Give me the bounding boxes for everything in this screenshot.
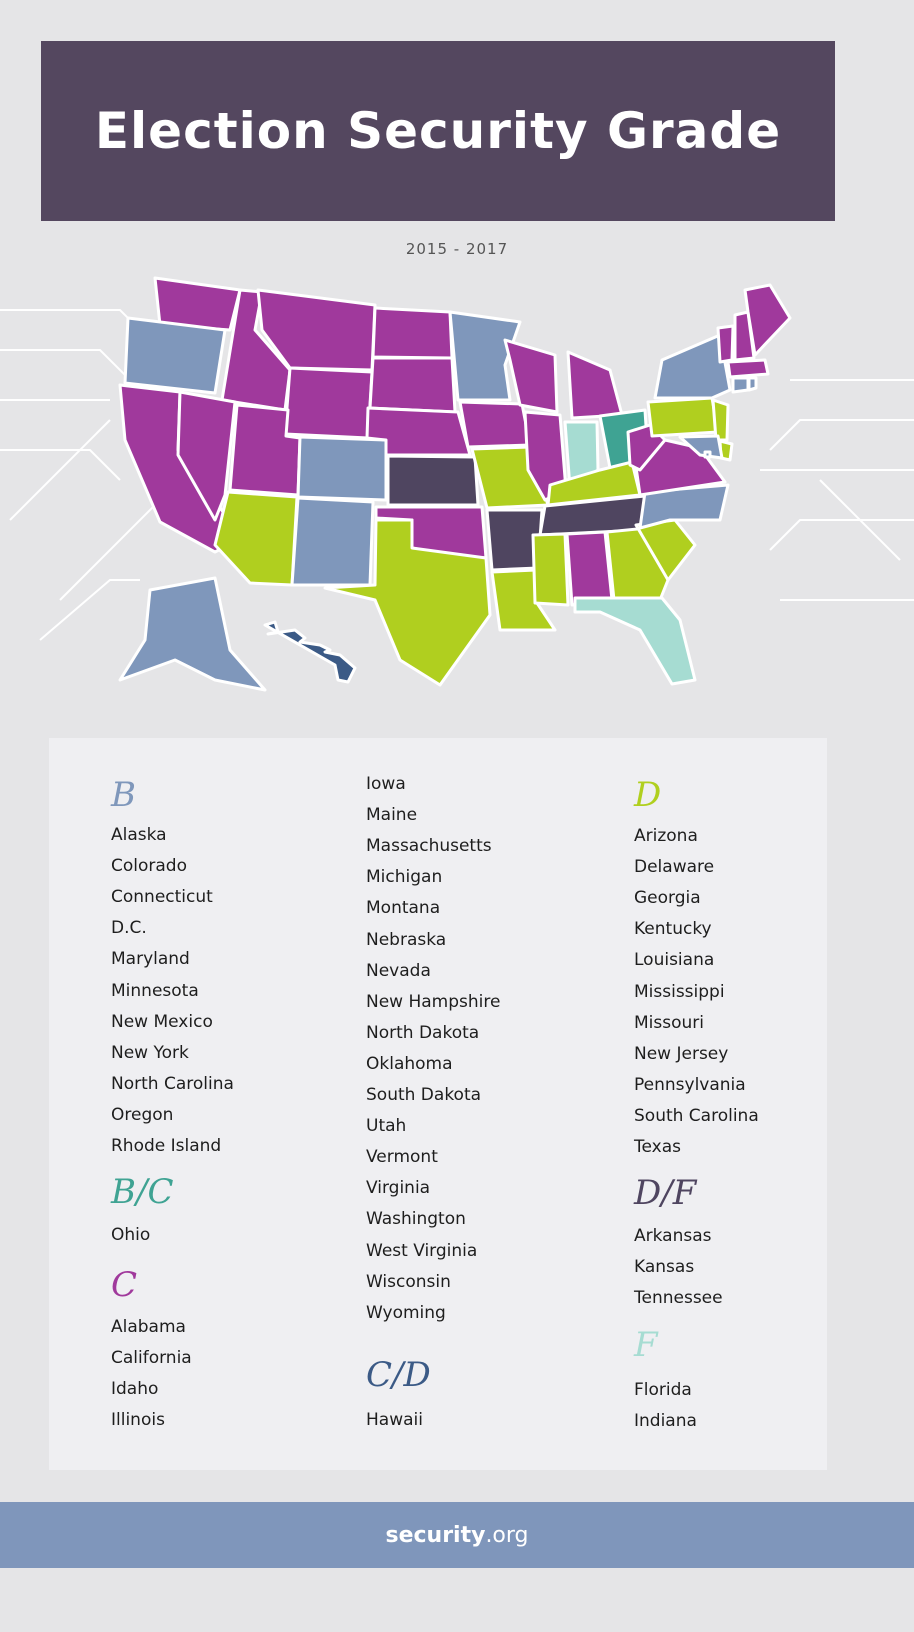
circuit-line [39, 579, 140, 641]
grade-heading: C [111, 1265, 138, 1305]
circuit-line [769, 519, 914, 551]
state-list-item: California [111, 1348, 192, 1369]
state-list-item: Alabama [111, 1317, 186, 1337]
grade-heading: D/F [634, 1173, 697, 1213]
state-list-item: Massachusetts [366, 836, 492, 857]
grade-heading: F [634, 1325, 658, 1365]
state-list-item: Vermont [366, 1147, 438, 1168]
state-list-item: Illinois [111, 1410, 165, 1431]
state-alabama [565, 530, 614, 607]
state-connecticut [731, 376, 750, 394]
state-list-item: Maryland [111, 949, 190, 970]
state-hawaii [263, 620, 357, 684]
page-title: Election Security Grade [94, 102, 782, 160]
circuit-line [0, 349, 131, 381]
state-list-item: New Hampshire [366, 991, 501, 1012]
state-list-item: Delaware [634, 857, 715, 878]
state-list-item: New Jersey [634, 1043, 729, 1064]
state-alaska [118, 576, 267, 692]
state-list-item: Kentucky [634, 919, 712, 940]
state-oregon [123, 316, 227, 395]
state-florida [573, 596, 697, 686]
grade-legend: B Alaska Colorado Connecticut D.C. Maryland Mi… [49, 738, 827, 1470]
brand-logo: security.org [385, 1522, 529, 1548]
state-kansas [386, 454, 480, 507]
us-grade-map [0, 276, 914, 692]
state-list-item: Michigan [366, 867, 443, 888]
state-list-item: Nebraska [366, 929, 447, 950]
state-list-item: Utah [366, 1116, 407, 1137]
title-banner: Election Security Grade [41, 41, 835, 221]
state-new-mexico [290, 496, 375, 587]
state-list-item: Colorado [111, 856, 187, 877]
state-list-item: North Carolina [111, 1073, 234, 1094]
state-rhode-island [747, 376, 758, 392]
state-new-jersey [711, 398, 730, 442]
state-list-item: Hawaii [366, 1410, 423, 1430]
grade-heading: D [634, 775, 662, 815]
state-list-item: Iowa [366, 774, 406, 794]
state-list-item: Missouri [634, 1012, 704, 1033]
circuit-line [0, 449, 121, 481]
state-list-item: Montana [366, 898, 441, 919]
state-list-item: South Dakota [366, 1085, 482, 1105]
date-range: 2015 - 2017 [405, 240, 509, 258]
state-list-item: New York [111, 1042, 189, 1063]
state-list-item: Mississippi [634, 981, 725, 1002]
circuit-line [59, 499, 161, 601]
state-list-item: Washington [366, 1209, 466, 1230]
state-list-item: Kansas [634, 1257, 695, 1278]
state-list-item: Wisconsin [366, 1271, 451, 1292]
state-list-item: Texas [634, 1137, 681, 1157]
state-list-item: Connecticut [111, 887, 213, 908]
state-list-item: Louisiana [634, 950, 715, 971]
state-south-dakota [368, 356, 457, 414]
state-list-item: Nevada [366, 960, 431, 981]
grade-heading: B/C [111, 1172, 174, 1212]
state-north-dakota [371, 306, 454, 360]
state-list-item: South Carolina [634, 1105, 759, 1126]
state-list-item: Tennessee [634, 1288, 723, 1309]
state-list-item: Oklahoma [366, 1053, 453, 1074]
state-list-item: Georgia [634, 888, 701, 909]
state-list-item: Pennsylvania [634, 1074, 746, 1095]
state-list-item: Minnesota [111, 980, 199, 1001]
state-list-item: West Virginia [366, 1240, 478, 1261]
state-list-item: Arkansas [634, 1226, 712, 1246]
grade-heading: C/D [366, 1355, 431, 1395]
circuit-line [769, 419, 914, 451]
state-list-item: Rhode Island [111, 1136, 222, 1156]
state-list-item: Virginia [366, 1178, 431, 1199]
state-list-item: North Dakota [366, 1022, 480, 1043]
state-d-c [703, 450, 712, 459]
state-list-item: Indiana [634, 1411, 697, 1432]
state-list-item: Alaska [111, 825, 167, 845]
state-list-item: Oregon [111, 1104, 174, 1125]
footer: security.org [0, 1502, 914, 1568]
state-arizona [213, 490, 299, 587]
circuit-line [9, 419, 111, 521]
state-wyoming [283, 366, 374, 440]
state-pennsylvania [646, 396, 720, 438]
state-mississippi [531, 532, 570, 607]
state-list-item: D.C. [111, 918, 147, 939]
state-vermont [716, 324, 735, 364]
state-massachusetts [726, 358, 770, 379]
state-list-item: New Mexico [111, 1011, 213, 1032]
state-michigan [566, 350, 624, 420]
state-iowa [458, 400, 532, 449]
state-list-item: Maine [366, 805, 418, 826]
state-list-item: Wyoming [366, 1302, 446, 1323]
state-list-item: Ohio [111, 1225, 151, 1245]
state-list-item: Idaho [111, 1379, 159, 1400]
state-list-item: Arizona [634, 826, 698, 846]
state-list-item: Florida [634, 1380, 692, 1400]
grade-heading: B [111, 775, 136, 815]
state-wisconsin [503, 338, 559, 414]
state-colorado [296, 435, 388, 502]
